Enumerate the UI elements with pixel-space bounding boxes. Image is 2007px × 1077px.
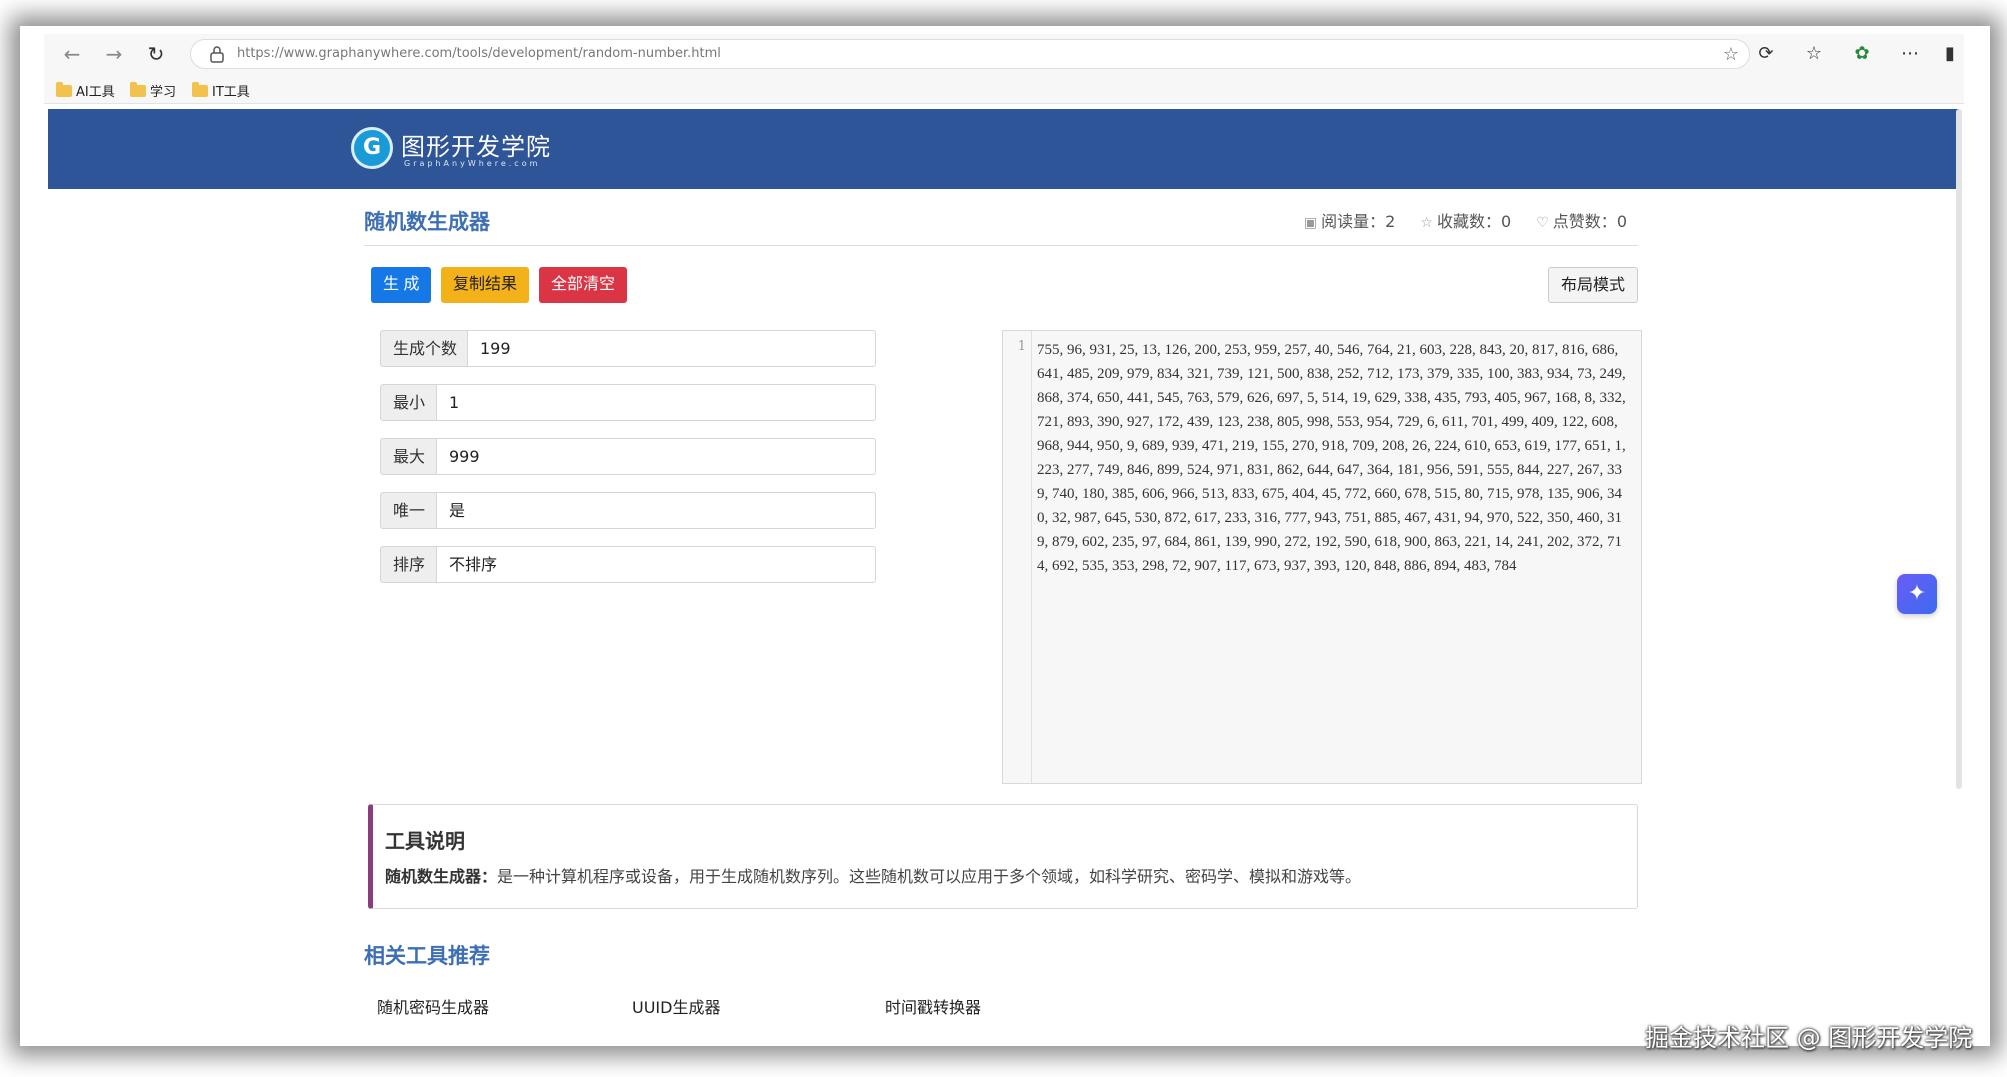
- favorite-star-icon[interactable]: ☆: [1723, 44, 1739, 65]
- max-label: 最大: [380, 438, 437, 475]
- layout-mode-button[interactable]: 布局模式: [1547, 267, 1638, 303]
- max-row: 最大 999: [380, 438, 876, 475]
- page-scrollbar[interactable]: [1956, 109, 1962, 789]
- max-input[interactable]: 999: [437, 438, 876, 475]
- sidebar-toggle-icon[interactable]: ▮: [1938, 42, 1962, 66]
- forward-icon[interactable]: →: [102, 42, 126, 66]
- site-name[interactable]: 图形开发学院: [401, 127, 551, 162]
- bookmark-label: AI工具: [76, 85, 115, 100]
- page-title: 随机数生成器: [364, 210, 490, 234]
- likes-label: 点赞数：: [1552, 212, 1617, 231]
- related-link-uuid[interactable]: UUID生成器: [632, 994, 720, 1018]
- generate-button[interactable]: 生 成: [371, 267, 432, 303]
- description-term: 随机数生成器：: [385, 867, 498, 886]
- url-text: https://www.graphanywhere.com/tools/deve…: [237, 46, 721, 61]
- favorites-icon[interactable]: ☆: [1802, 42, 1826, 66]
- related-tools-title: 相关工具推荐: [364, 944, 490, 968]
- favorites-label: 收藏数：: [1436, 212, 1501, 231]
- min-label: 最小: [380, 384, 437, 421]
- description-title: 工具说明: [385, 829, 465, 853]
- back-icon[interactable]: ←: [60, 42, 84, 66]
- likes-count: 0: [1616, 212, 1627, 231]
- copy-result-button[interactable]: 复制结果: [441, 267, 530, 303]
- extensions-icon[interactable]: ⟳: [1754, 42, 1778, 66]
- bookmark-label: IT工具: [212, 85, 250, 100]
- refresh-icon[interactable]: ↻: [144, 42, 168, 66]
- related-link-timestamp[interactable]: 时间戳转换器: [885, 994, 981, 1018]
- line-number: 1: [1017, 339, 1026, 354]
- bookmark-ai-tools[interactable]: AI工具: [56, 81, 115, 100]
- site-tagline: GraphAnyWhere.com: [404, 159, 541, 168]
- sort-row: 排序 不排序: [380, 546, 876, 583]
- star-icon: ☆: [1420, 215, 1433, 231]
- unique-label: 唯一: [380, 492, 437, 529]
- unique-row: 唯一 是: [380, 492, 876, 529]
- more-icon[interactable]: ⋯: [1898, 42, 1922, 66]
- folder-icon: [130, 82, 146, 97]
- copilot-icon[interactable]: ✿: [1850, 42, 1874, 66]
- folder-icon: [192, 82, 208, 97]
- result-editor[interactable]: 1 755, 96, 931, 25, 13, 126, 200, 253, 9…: [1002, 330, 1642, 784]
- site-header: 图形开发学院 GraphAnyWhere.com: [48, 109, 1959, 189]
- views-stat: ▣ 阅读量：2: [1304, 212, 1395, 231]
- result-text[interactable]: 755, 96, 931, 25, 13, 126, 200, 253, 959…: [1037, 338, 1627, 578]
- min-input[interactable]: 1: [437, 384, 876, 421]
- browser-window: ← → ↻ https://www.graphanywhere.com/tool…: [44, 34, 1964, 1038]
- likes-stat[interactable]: ♡ 点赞数：0: [1536, 212, 1627, 231]
- sort-select[interactable]: 不排序: [437, 546, 876, 583]
- description-body: 是一种计算机程序或设备，用于生成随机数序列。这些随机数可以应用于多个领域，如科学…: [497, 867, 1362, 886]
- title-divider: [364, 245, 1638, 246]
- browser-toolbar: ← → ↻ https://www.graphanywhere.com/tool…: [44, 34, 1964, 74]
- heart-icon: ♡: [1536, 215, 1549, 231]
- lock-icon: [210, 46, 224, 63]
- tool-description: 工具说明 随机数生成器：是一种计算机程序或设备，用于生成随机数序列。这些随机数可…: [368, 804, 1638, 909]
- count-row: 生成个数 199: [380, 330, 876, 367]
- watermark: 掘金技术社区 @ 图形开发学院: [1645, 1024, 1973, 1052]
- views-label: 阅读量：: [1321, 212, 1386, 231]
- views-count: 2: [1385, 212, 1396, 231]
- url-path: /tools/development/random-number.html: [452, 46, 721, 61]
- bookmark-study[interactable]: 学习: [130, 81, 176, 100]
- favorites-stat[interactable]: ☆ 收藏数：0: [1420, 212, 1511, 231]
- count-input[interactable]: 199: [468, 330, 876, 367]
- bookmarks-bar: AI工具 学习 IT工具: [44, 74, 1964, 104]
- favorites-count: 0: [1500, 212, 1512, 231]
- book-icon: ▣: [1303, 215, 1318, 231]
- site-logo-icon[interactable]: [351, 127, 393, 169]
- bookmark-label: 学习: [150, 85, 177, 100]
- address-bar[interactable]: https://www.graphanywhere.com/tools/deve…: [190, 39, 1750, 69]
- url-host: https://www.graphanywhere.com: [237, 46, 453, 61]
- page-stats: ▣ 阅读量：2 ☆ 收藏数：0 ♡ 点赞数：0: [1284, 208, 1627, 232]
- clear-all-button[interactable]: 全部清空: [539, 267, 628, 303]
- bookmark-it-tools[interactable]: IT工具: [192, 81, 250, 100]
- floating-assistant-icon[interactable]: [1897, 574, 1937, 614]
- line-gutter: 1: [1003, 331, 1032, 783]
- min-row: 最小 1: [380, 384, 876, 421]
- count-label: 生成个数: [380, 330, 468, 367]
- sort-label: 排序: [380, 546, 437, 583]
- related-link-password[interactable]: 随机密码生成器: [377, 994, 489, 1018]
- folder-icon: [56, 82, 72, 97]
- unique-select[interactable]: 是: [437, 492, 876, 529]
- description-text: 随机数生成器：是一种计算机程序或设备，用于生成随机数序列。这些随机数可以应用于多…: [385, 863, 1361, 887]
